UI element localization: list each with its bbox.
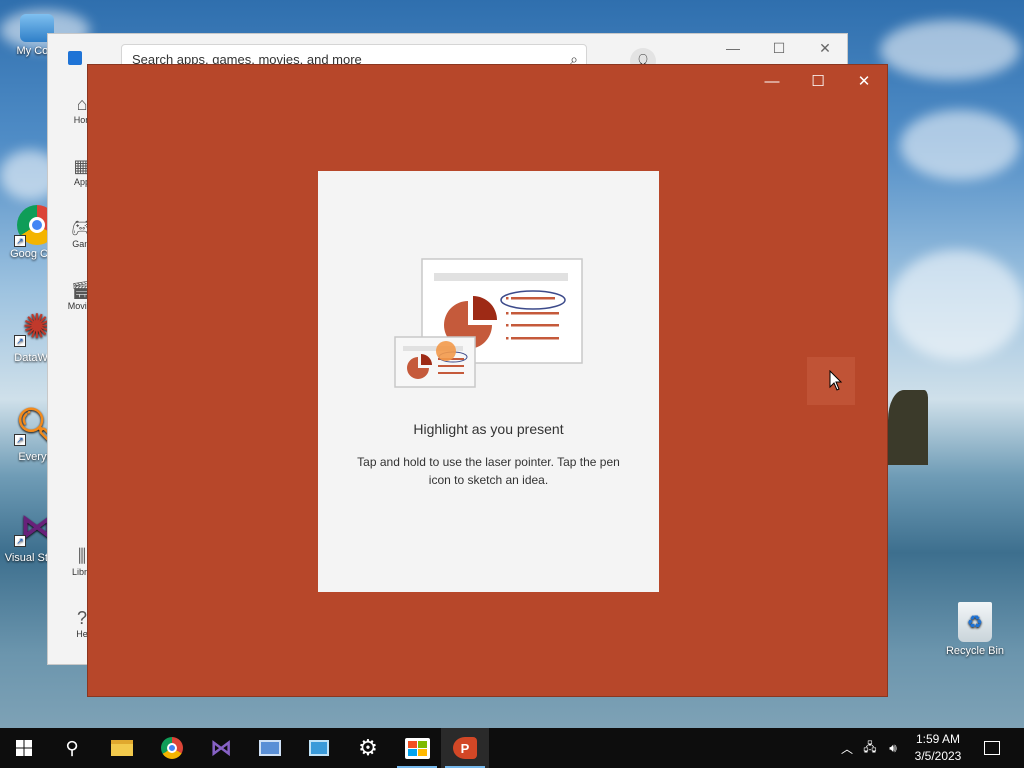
shortcut-arrow-icon: ↗ xyxy=(14,535,26,547)
store-titlebar[interactable]: ⌕ 👤︎ — ☐ ✕ xyxy=(48,34,847,74)
search-icon: ⚲ xyxy=(65,737,79,758)
action-center-button[interactable] xyxy=(978,728,1006,768)
card-heading: Highlight as you present xyxy=(413,421,564,437)
windows-logo-icon xyxy=(16,740,32,756)
clock-date: 3/5/2023 xyxy=(914,749,962,763)
store-maximize-button[interactable]: ☐ xyxy=(764,40,794,62)
pp-close-button[interactable]: ✕ xyxy=(846,71,882,93)
shortcut-arrow-icon: ↗ xyxy=(14,235,26,247)
next-button[interactable] xyxy=(807,357,855,405)
notification-icon xyxy=(984,741,1000,755)
pp-maximize-button[interactable]: ☐ xyxy=(800,71,836,93)
taskbar-powerpoint[interactable]: P xyxy=(441,728,489,768)
start-button[interactable] xyxy=(0,728,48,768)
tray-volume-button[interactable]: 🔊︎ xyxy=(883,728,903,768)
volume-icon: 🔊︎ xyxy=(889,740,897,755)
taskbar-visual-studio[interactable]: ⋈ xyxy=(197,728,245,768)
taskbar-settings[interactable]: ⚙ xyxy=(344,728,392,768)
onboarding-card: Highlight as you present Tap and hold to… xyxy=(318,171,659,592)
taskbar-search-button[interactable]: ⚲ xyxy=(48,728,96,768)
remote-desktop-icon xyxy=(259,740,281,756)
desktop-icon-recycle-bin[interactable]: ♻ Recycle Bin xyxy=(938,602,1012,658)
file-explorer-icon xyxy=(111,740,133,756)
mouse-cursor-icon xyxy=(829,370,843,391)
taskbar: ⚲ ⋈ ⚙ P ︿ 🖧︎ 🔊︎ 1:59 AM 3/5/2023 xyxy=(0,728,1024,768)
settings-icon: ⚙ xyxy=(358,735,378,760)
pp-minimize-button[interactable]: — xyxy=(754,71,790,93)
clock-time: 1:59 AM xyxy=(915,732,961,746)
powerpoint-icon: P xyxy=(453,737,477,759)
store-close-button[interactable]: ✕ xyxy=(810,40,840,62)
visual-studio-icon: ⋈ xyxy=(210,735,232,760)
store-logo-icon xyxy=(68,51,82,65)
taskbar-chrome[interactable] xyxy=(148,728,196,768)
control-panel-icon xyxy=(309,740,329,756)
network-icon: 🖧︎ xyxy=(863,739,877,754)
microsoft-store-icon xyxy=(404,737,430,759)
card-body-text: Tap and hold to use the laser pointer. T… xyxy=(357,455,620,487)
taskbar-microsoft-store[interactable] xyxy=(393,728,441,768)
tray-network-button[interactable]: 🖧︎ xyxy=(860,728,880,768)
store-minimize-button[interactable]: — xyxy=(718,40,748,62)
taskbar-remote-desktop[interactable] xyxy=(246,728,294,768)
chrome-icon xyxy=(161,737,183,759)
shortcut-arrow-icon: ↗ xyxy=(14,335,26,347)
taskbar-control-panel[interactable] xyxy=(295,728,343,768)
taskbar-file-explorer[interactable] xyxy=(98,728,146,768)
powerpoint-window[interactable]: — ☐ ✕ Highlight as you present Tap and h… xyxy=(87,64,888,697)
tray-show-hidden-button[interactable]: ︿ xyxy=(838,728,856,768)
recycle-bin-icon: ♻ xyxy=(958,602,992,642)
taskbar-clock[interactable]: 1:59 AM 3/5/2023 xyxy=(906,731,970,765)
presentation-illustration xyxy=(394,258,583,388)
chevron-up-icon: ︿ xyxy=(840,741,853,756)
shortcut-arrow-icon: ↗ xyxy=(14,434,26,446)
